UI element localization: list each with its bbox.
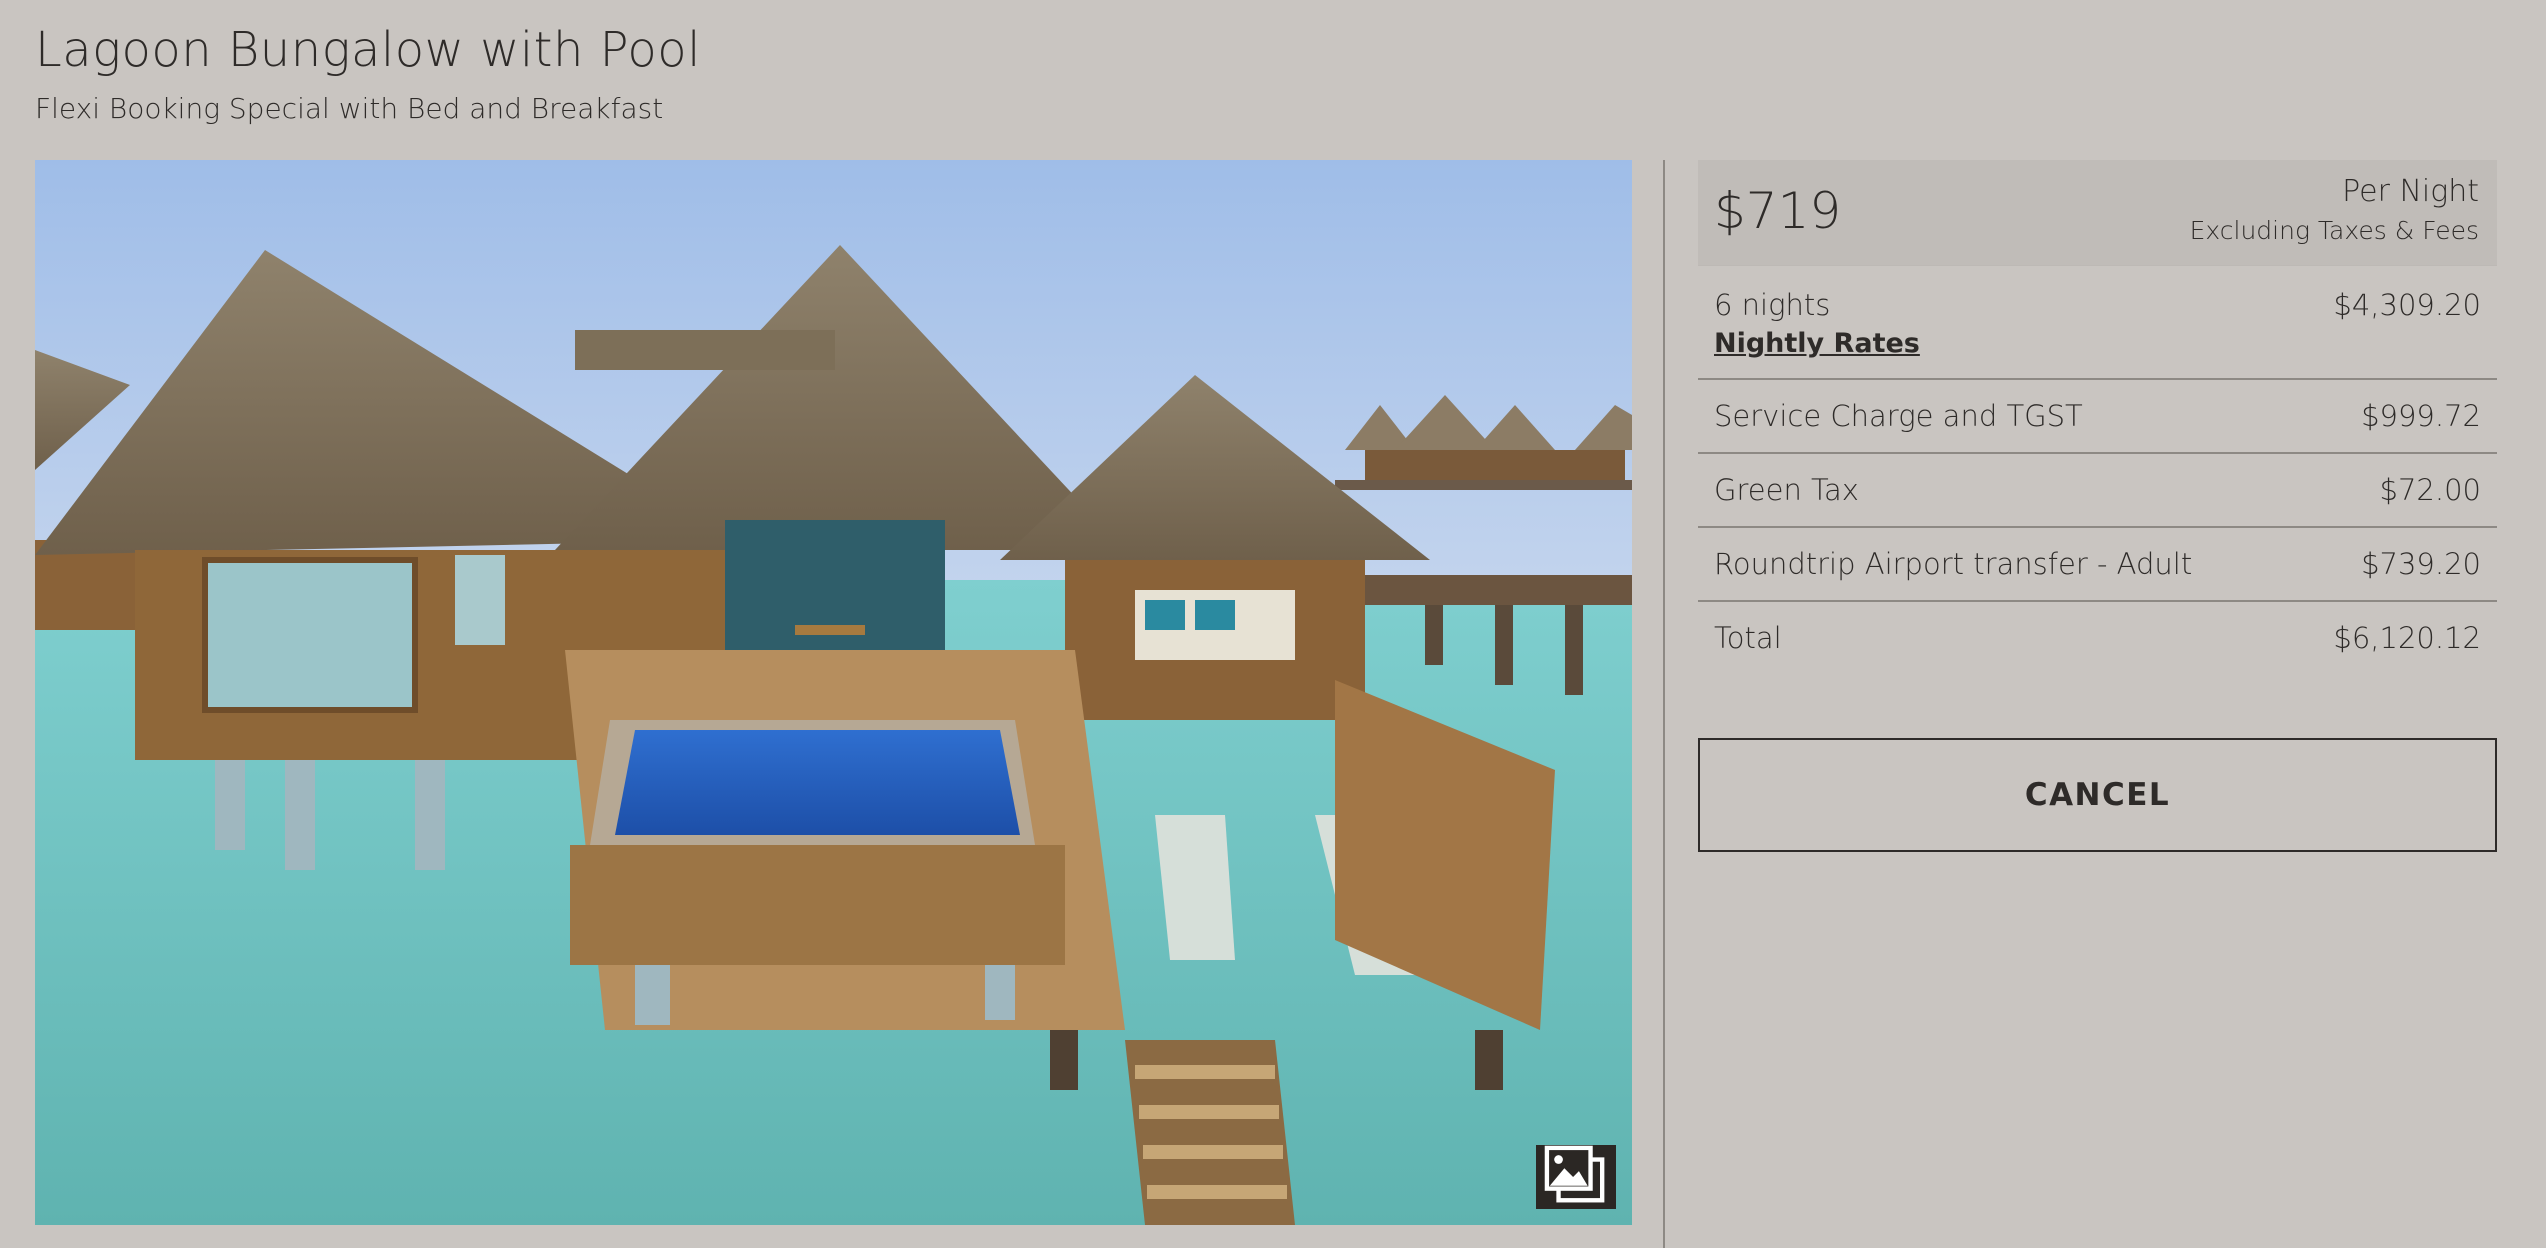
room-title: Lagoon Bungalow with Pool [35,22,701,78]
nightly-price: $719 [1714,182,1842,240]
total-label: Total [1714,621,1782,655]
fee-amount: $999.72 [2361,399,2481,433]
fee-label: Roundtrip Airport transfer - Adult [1714,547,2193,581]
nightly-rates-link[interactable]: Nightly Rates [1714,328,1920,359]
fee-row: Green Tax $72.00 [1698,454,2497,528]
nights-row: 6 nights $4,309.20 Nightly Rates [1698,266,2497,380]
room-photo [35,160,1632,1225]
fee-label: Green Tax [1714,473,1859,507]
cancel-button[interactable]: CANCEL [1698,738,2497,852]
room-subtitle: Flexi Booking Special with Bed and Break… [35,92,664,125]
fee-label: Service Charge and TGST [1714,399,2083,433]
nights-amount: $4,309.20 [2333,288,2481,322]
nights-label: 6 nights [1714,288,1831,322]
price-per-night: Per Night [2342,174,2479,209]
fee-row: Roundtrip Airport transfer - Adult $739.… [1698,528,2497,602]
fee-amount: $739.20 [2361,547,2481,581]
price-note: Excluding Taxes & Fees [2189,216,2479,245]
fee-row: Service Charge and TGST $999.72 [1698,380,2497,454]
gallery-icon [1544,1145,1605,1203]
fee-amount: $72.00 [2379,473,2481,507]
gallery-button[interactable] [1536,1145,1616,1209]
bungalow-illustration [35,160,1632,1225]
vertical-divider [1663,160,1665,1248]
booking-summary: $719 Per Night Excluding Taxes & Fees 6 … [1698,160,2497,852]
price-box: $719 Per Night Excluding Taxes & Fees [1698,160,2497,266]
total-row: Total $6,120.12 [1698,602,2497,676]
total-amount: $6,120.12 [2333,621,2481,655]
room-header: Lagoon Bungalow with Pool Flexi Booking … [35,22,701,125]
